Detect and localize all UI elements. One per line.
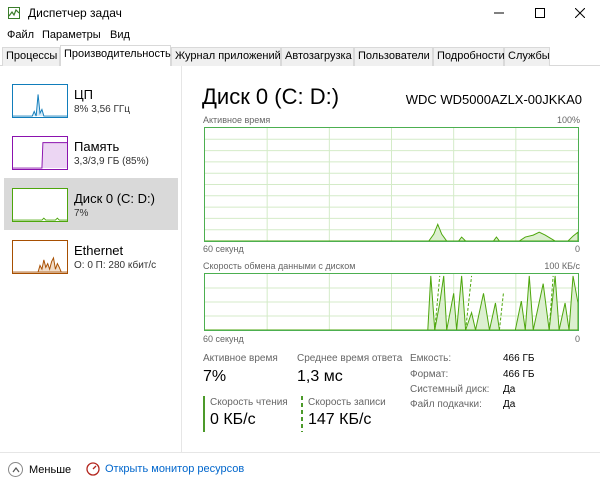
fewer-details-button[interactable]: Меньше [8, 462, 71, 477]
close-icon [575, 8, 585, 18]
response-time-stat-label: Среднее время ответа [297, 353, 403, 364]
disk-detail-panel: Диск 0 (C: D:) WDC WD5000AZLX-00JKKA0 Ак… [200, 66, 590, 452]
tab-performance[interactable]: Производительность [60, 45, 171, 67]
cpu-thumbnail-graph [12, 84, 68, 118]
maximize-button[interactable] [523, 0, 557, 26]
pagefile-label: Файл подкачки: [410, 399, 482, 410]
disk-thumbnail-graph [12, 188, 68, 222]
ethernet-thumbnail-graph [12, 240, 68, 274]
tab-services[interactable]: Службы [504, 47, 550, 66]
task-manager-icon [8, 7, 20, 19]
sidebar-item-subtitle: 8% 3,56 ГГц [74, 104, 131, 115]
window-title: Диспетчер задач [28, 6, 122, 20]
open-resource-monitor-label: Открыть монитор ресурсов [105, 463, 245, 475]
pagefile-value: Да [503, 399, 516, 410]
system-disk-value: Да [503, 384, 516, 395]
format-value: 466 ГБ [503, 369, 535, 380]
fewer-details-label: Меньше [29, 463, 72, 476]
sidebar-item-label: Диск 0 (C: D:) [74, 191, 155, 206]
tab-bar: Процессы Производительность Журнал прило… [0, 45, 600, 67]
footer: Меньше Открыть монитор ресурсов [0, 452, 600, 490]
write-rate-stat-label: Скорость записи [308, 397, 386, 408]
active-time-graph [204, 127, 579, 242]
tab-details[interactable]: Подробности [433, 47, 505, 66]
active-time-graph-timespan: 60 секунд [203, 244, 244, 254]
sidebar-item-subtitle: 7% [74, 208, 89, 219]
page-title: Диск 0 (C: D:) [202, 84, 340, 109]
disk-model: WDC WD5000AZLX-00JKKA0 [405, 92, 582, 107]
capacity-label: Емкость: [410, 353, 452, 364]
sidebar-item-subtitle: 3,3/3,9 ГБ (85%) [74, 156, 149, 167]
active-time-stat-value: 7% [203, 368, 227, 385]
menu-options[interactable]: Параметры [42, 29, 101, 41]
sidebar-item-label: ЦП [74, 87, 93, 102]
transfer-rate-graph-timespan: 60 секунд [203, 334, 244, 344]
write-rate-stat-value: 147 КБ/с [308, 411, 372, 428]
active-time-graph-label: Активное время [203, 115, 271, 125]
read-rate-stat-value: 0 КБ/с [210, 411, 256, 428]
sidebar-item-label: Память [74, 139, 120, 154]
chevron-up-icon [8, 462, 23, 477]
sidebar-item-cpu[interactable]: ЦП 8% 3,56 ГГц [4, 74, 178, 126]
menu-view[interactable]: Вид [110, 29, 130, 41]
sidebar-item-disk[interactable]: Диск 0 (C: D:) 7% [4, 178, 178, 230]
performance-content: ЦП 8% 3,56 ГГц Память 3,3/3,9 ГБ (85%) Д… [0, 66, 600, 452]
read-rate-stat-label: Скорость чтения [210, 397, 288, 408]
sidebar-item-ethernet[interactable]: Ethernet О: 0 П: 280 кбит/с [4, 230, 178, 282]
tab-processes[interactable]: Процессы [2, 47, 60, 66]
system-disk-label: Системный диск: [410, 384, 490, 395]
write-rate-bar [301, 396, 303, 432]
resource-sidebar: ЦП 8% 3,56 ГГц Память 3,3/3,9 ГБ (85%) Д… [0, 66, 182, 452]
resource-monitor-icon [86, 462, 100, 476]
transfer-rate-graph-min: 0 [574, 334, 580, 344]
tab-startup[interactable]: Автозагрузка [281, 47, 354, 66]
menu-file[interactable]: Файл [7, 29, 34, 41]
title-bar: Диспетчер задач [0, 0, 600, 26]
memory-thumbnail-graph [12, 136, 68, 170]
response-time-stat-value: 1,3 мс [297, 368, 343, 385]
tab-app-history[interactable]: Журнал приложений [171, 47, 281, 66]
transfer-rate-graph-max: 100 КБ/с [544, 261, 580, 271]
sidebar-item-label: Ethernet [74, 243, 124, 258]
active-time-graph-min: 0 [574, 244, 580, 254]
tab-users[interactable]: Пользователи [354, 47, 433, 66]
close-button[interactable] [563, 0, 597, 26]
open-resource-monitor-link[interactable]: Открыть монитор ресурсов [86, 462, 244, 476]
maximize-icon [535, 8, 545, 18]
sidebar-item-subtitle: О: 0 П: 280 кбит/с [74, 260, 157, 271]
transfer-rate-graph-label: Скорость обмена данными с диском [203, 261, 356, 271]
format-label: Формат: [410, 369, 449, 380]
minimize-button[interactable] [482, 0, 516, 26]
menu-bar: Файл Параметры Вид [0, 27, 600, 45]
transfer-rate-graph [204, 273, 579, 331]
capacity-value: 466 ГБ [503, 353, 535, 364]
read-rate-bar [203, 396, 205, 432]
minimize-icon [494, 12, 504, 14]
sidebar-item-memory[interactable]: Память 3,3/3,9 ГБ (85%) [4, 126, 178, 178]
active-time-graph-max: 100% [556, 115, 580, 125]
active-time-stat-label: Активное время [203, 353, 278, 364]
